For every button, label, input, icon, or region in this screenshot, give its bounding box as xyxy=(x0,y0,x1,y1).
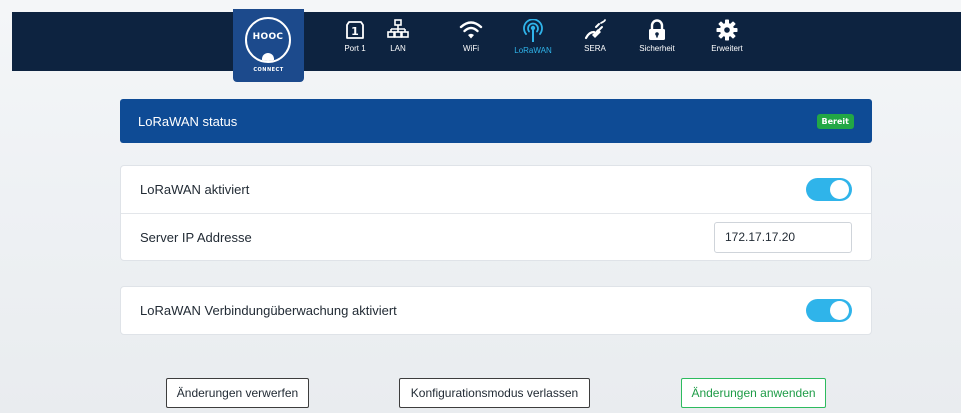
nav-label-lorawan: LoRaWAN xyxy=(514,46,552,55)
nav-label-lan: LAN xyxy=(390,44,406,53)
lock-icon xyxy=(649,19,665,40)
setting-row-lorawan-enabled: LoRaWAN aktiviert xyxy=(121,166,871,213)
nav-label-port1: Port 1 xyxy=(344,44,366,53)
nav-label-sicherheit: Sicherheit xyxy=(639,44,675,53)
nav-label-erweitert: Erweitert xyxy=(711,44,743,53)
nav-item-sicherheit[interactable]: Sicherheit xyxy=(633,19,681,63)
setting-row-server-ip: Server IP Addresse xyxy=(121,213,871,260)
setting-row-monitoring: LoRaWAN Verbindungüberwachung aktiviert xyxy=(121,287,871,334)
nav-label-sera: SERA xyxy=(584,44,606,53)
port-number: 1 xyxy=(351,25,359,38)
nav-item-sera[interactable]: SERA xyxy=(580,19,610,63)
plug-icon xyxy=(584,19,606,40)
nav-item-wifi[interactable]: WiFi xyxy=(455,19,487,63)
logo-subtext: CONNECT xyxy=(253,67,284,73)
status-badge: Bereit xyxy=(816,113,854,129)
server-ip-input[interactable] xyxy=(714,221,852,253)
lorawan-status-bar: LoRaWAN status Bereit xyxy=(120,99,872,143)
nav-item-port1[interactable]: 1 Port 1 xyxy=(337,19,373,63)
hooc-connect-logo[interactable]: HOOC CONNECT xyxy=(233,9,304,82)
toggle-knob xyxy=(830,180,849,199)
status-title: LoRaWAN status xyxy=(138,113,238,129)
logo-badge: HOOC xyxy=(245,17,291,63)
lorawan-enabled-label: LoRaWAN aktiviert xyxy=(140,182,250,197)
nav-item-lan[interactable]: LAN xyxy=(383,19,413,63)
toggle-knob xyxy=(830,301,849,320)
lan-network-icon xyxy=(387,19,409,38)
monitoring-settings-card: LoRaWAN Verbindungüberwachung aktiviert xyxy=(120,286,872,335)
logo-dome-icon xyxy=(262,53,274,61)
logo-text: HOOC xyxy=(252,32,284,42)
discard-changes-button[interactable]: Änderungen verwerfen xyxy=(166,378,309,408)
gear-icon xyxy=(716,19,738,41)
nav-item-lorawan[interactable]: LoRaWAN xyxy=(511,19,555,63)
monitoring-enabled-toggle[interactable] xyxy=(806,299,852,322)
apply-changes-button[interactable]: Änderungen anwenden xyxy=(681,378,826,408)
port-1-icon: 1 xyxy=(346,21,364,39)
wifi-icon xyxy=(459,21,483,39)
nav-item-erweitert[interactable]: Erweitert xyxy=(705,19,749,63)
nav-label-wifi: WiFi xyxy=(463,44,479,53)
exit-config-mode-button[interactable]: Konfigurationsmodus verlassen xyxy=(399,378,590,408)
lorawan-enabled-toggle[interactable] xyxy=(806,178,852,201)
antenna-icon xyxy=(523,19,543,42)
lorawan-settings-card: LoRaWAN aktiviert Server IP Addresse xyxy=(120,165,872,261)
monitoring-enabled-label: LoRaWAN Verbindungüberwachung aktiviert xyxy=(140,303,397,318)
server-ip-label: Server IP Addresse xyxy=(140,229,252,245)
